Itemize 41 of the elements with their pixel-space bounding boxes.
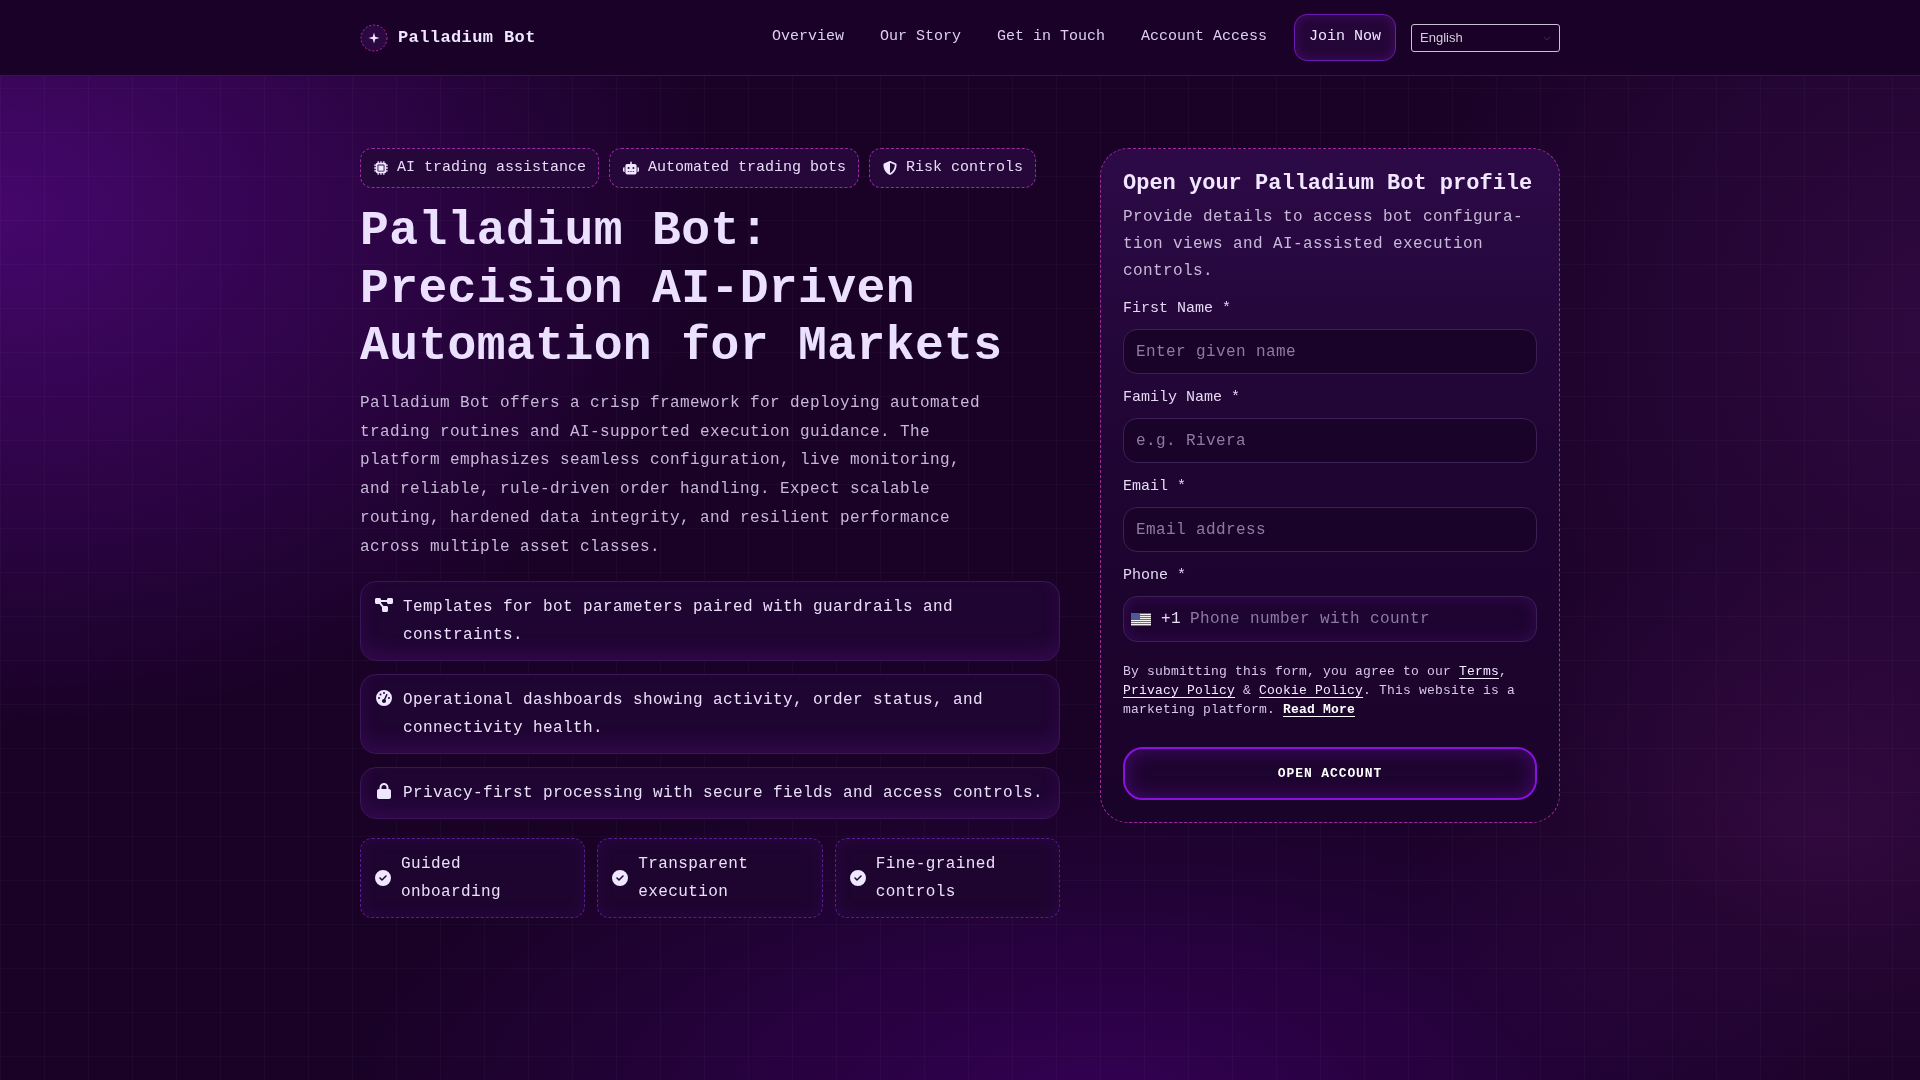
robot-icon xyxy=(623,161,640,175)
dial-code: +1 xyxy=(1161,609,1181,630)
highlight-label: Transparent execution xyxy=(638,853,750,903)
field-label: First Name * xyxy=(1123,299,1233,319)
diagram-icon xyxy=(375,596,393,613)
field-label: Family Name * xyxy=(1123,388,1242,408)
nav-link[interactable]: Overview xyxy=(771,26,844,49)
feature-text: Operational dashboards showing activity, order status, and connectivity health. xyxy=(403,689,985,739)
language-select[interactable]: English xyxy=(1411,23,1560,52)
field-label: Phone * xyxy=(1123,566,1187,586)
tag-label: Risk controls xyxy=(906,157,1024,178)
nav-link[interactable]: Our Story xyxy=(879,26,961,49)
tag-label: Automated trading bots xyxy=(648,157,847,178)
open-account-button[interactable]: OPEN ACCOUNT xyxy=(1123,747,1537,800)
nav-link[interactable]: Get in Touch xyxy=(996,26,1105,49)
shield-icon xyxy=(883,161,898,175)
legal-link[interactable]: Terms xyxy=(1459,664,1500,679)
tag-label: AI trading assistance xyxy=(397,157,587,178)
read-more-link[interactable]: Read More xyxy=(1283,702,1356,717)
field-label: Email * xyxy=(1123,477,1187,497)
highlight-label: Fine-grained controls xyxy=(875,853,997,903)
consent-text: By submitting this form, you agree to our Terms, Privacy Policy & Cookie Policy. This website is a marketing platform. Read More xyxy=(1123,663,1517,719)
hero-title: Palladium Bot: Precision AI-Driven Automation for Markets xyxy=(360,203,1004,376)
input-field[interactable]: e.g. Rivera xyxy=(1123,418,1537,463)
lock-icon xyxy=(375,782,393,799)
gauge-icon xyxy=(375,689,393,706)
form-description: Provide details to access bot configura-tion views and AI-assisted execution controls. xyxy=(1123,207,1525,282)
feature-text: Templates for bot parameters paired with guardrails and constraints. xyxy=(403,596,955,646)
nav-link[interactable]: Account Access xyxy=(1140,26,1267,49)
input-field[interactable]: Enter given name xyxy=(1123,329,1537,374)
feature-text: Privacy-first processing with secure fields and access controls. xyxy=(403,782,1044,804)
legal-link[interactable]: Cookie Policy xyxy=(1259,683,1364,698)
chip-icon xyxy=(374,161,388,175)
sparkle-icon xyxy=(360,23,388,52)
highlight-label: Guided onboarding xyxy=(401,853,502,903)
form-title: Open your Palladium Bot profile xyxy=(1123,170,1534,198)
join-now-button[interactable]: Join Now xyxy=(1294,14,1396,61)
brand-name[interactable]: Palladium Bot xyxy=(398,24,536,51)
input-field[interactable]: Email address xyxy=(1123,507,1537,552)
legal-link[interactable]: Privacy Policy xyxy=(1123,683,1236,698)
hero-intro: Palladium Bot offers a crisp framework for deploying automated trading routines and AI-supported execution guidance. The platform emphasizes seamless configuration, live monitoring, and reliable, rule-driven order handling. Expect scalable routing, hardened data integrity, and resilient performance across multiple asset classes. xyxy=(360,392,982,558)
